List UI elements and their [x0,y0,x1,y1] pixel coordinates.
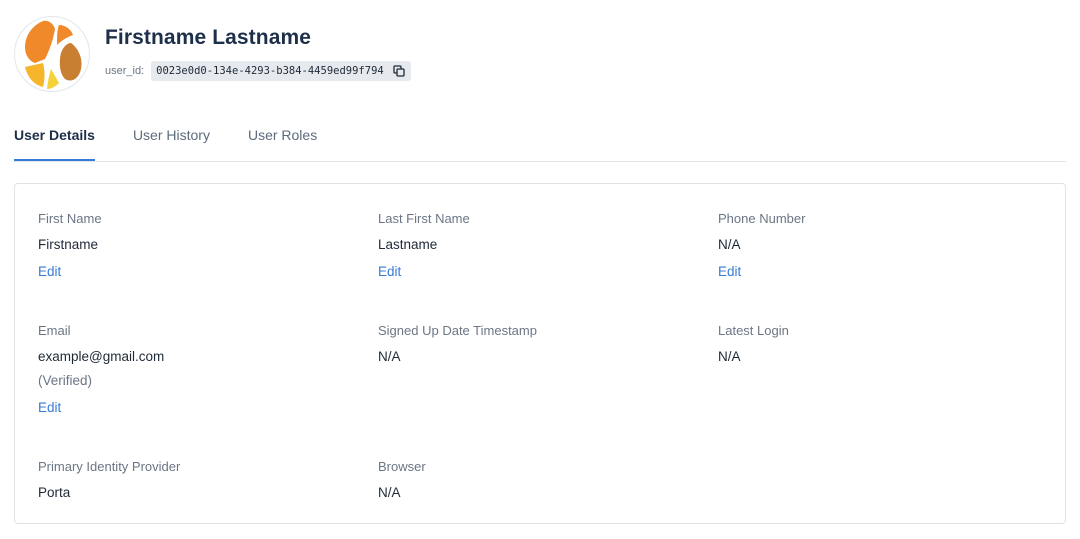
user-details-card: First Name Firstname Edit Last First Nam… [14,183,1066,524]
tab-bar: User Details User History User Roles [14,125,1066,162]
page-title: Firstname Lastname [105,26,312,49]
avatar [14,16,90,92]
last-name-label: Last First Name [378,211,470,226]
user-id-label: user_id: [105,65,145,77]
identity-provider-value: Porta [38,485,71,500]
avatar-logo-icon [25,20,82,89]
user-id-value: 0023e0d0-134e-4293-b384-4459ed99f794 [156,65,384,77]
last-name-value: Lastname [378,237,438,252]
edit-email-link[interactable]: Edit [38,400,61,416]
field-first-name: First Name Firstname Edit [38,211,358,281]
email-verified-status: (Verified) [38,373,93,388]
email-value: example@gmail.com [38,349,165,364]
signed-up-date-value: N/A [378,349,401,364]
field-phone-number: Phone Number N/A Edit [718,211,1038,281]
first-name-label: First Name [38,211,102,226]
first-name-value: Firstname [38,237,99,252]
phone-number-value: N/A [718,237,741,252]
user-id-row: user_id: 0023e0d0-134e-4293-b384-4459ed9… [105,61,411,81]
identity-provider-label: Primary Identity Provider [38,459,181,474]
field-last-name: Last First Name Lastname Edit [378,211,698,281]
phone-number-label: Phone Number [718,211,806,226]
field-browser: Browser N/A [378,459,698,501]
field-email: Email example@gmail.com (Verified) Edit [38,323,358,417]
signed-up-date-label: Signed Up Date Timestamp [378,323,537,338]
header-text: Firstname Lastname user_id: 0023e0d0-134… [105,16,411,81]
user-header: Firstname Lastname user_id: 0023e0d0-134… [14,16,411,92]
user-profile-page: Firstname Lastname user_id: 0023e0d0-134… [0,0,1080,539]
user-id-chip: 0023e0d0-134e-4293-b384-4459ed99f794 [151,61,411,81]
edit-first-name-link[interactable]: Edit [38,264,61,280]
tab-user-details[interactable]: User Details [14,125,95,161]
edit-last-name-link[interactable]: Edit [378,264,401,280]
browser-label: Browser [378,459,426,474]
copy-icon[interactable] [393,65,405,77]
field-latest-login: Latest Login N/A [718,323,1038,365]
field-identity-provider: Primary Identity Provider Porta [38,459,358,501]
latest-login-value: N/A [718,349,741,364]
tab-user-roles[interactable]: User Roles [248,125,317,160]
latest-login-label: Latest Login [718,323,789,338]
field-signed-up-date: Signed Up Date Timestamp N/A [378,323,698,365]
tab-user-history[interactable]: User History [133,125,210,160]
browser-value: N/A [378,485,401,500]
email-label: Email [38,323,71,338]
edit-phone-number-link[interactable]: Edit [718,264,741,280]
